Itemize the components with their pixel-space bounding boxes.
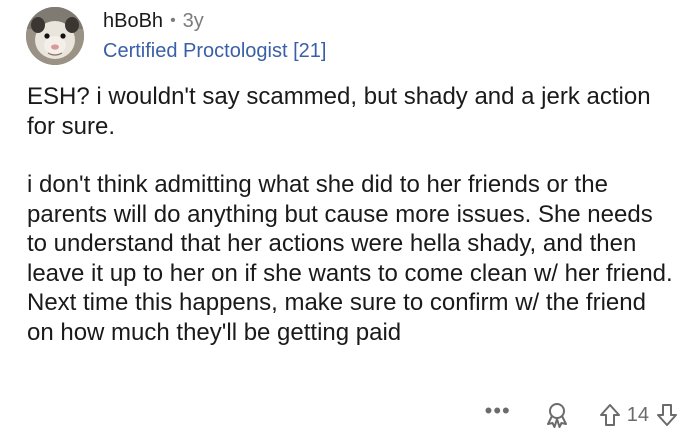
downvote-arrow-icon	[657, 404, 677, 426]
downvote-button[interactable]	[656, 403, 678, 427]
award-button[interactable]	[545, 402, 569, 428]
comment-meta: hBoBh • 3y Certified Proctologist [21]	[103, 9, 327, 63]
comment-age: 3y	[182, 9, 204, 32]
comment-body: ESH? i wouldn't say scammed, but shady a…	[27, 82, 677, 376]
upvote-button[interactable]	[599, 403, 621, 427]
user-flair: Certified Proctologist [21]	[103, 40, 327, 62]
upvote-arrow-icon	[599, 404, 620, 426]
comment-actions: ••• 14	[485, 400, 678, 428]
comment-paragraph: ESH? i wouldn't say scammed, but shady a…	[27, 83, 651, 140]
more-options-button[interactable]: •••	[485, 400, 511, 422]
comment-paragraph: i don't think admitting what she did to …	[27, 171, 673, 346]
vote-score: 14	[626, 403, 649, 426]
meta-separator: •	[170, 12, 176, 29]
username-link[interactable]: hBoBh	[103, 10, 163, 33]
user-avatar[interactable]	[26, 7, 84, 65]
award-icon	[546, 403, 567, 428]
opossum-avatar-icon	[26, 7, 84, 65]
comment: hBoBh • 3y Certified Proctologist [21] E…	[0, 0, 700, 445]
